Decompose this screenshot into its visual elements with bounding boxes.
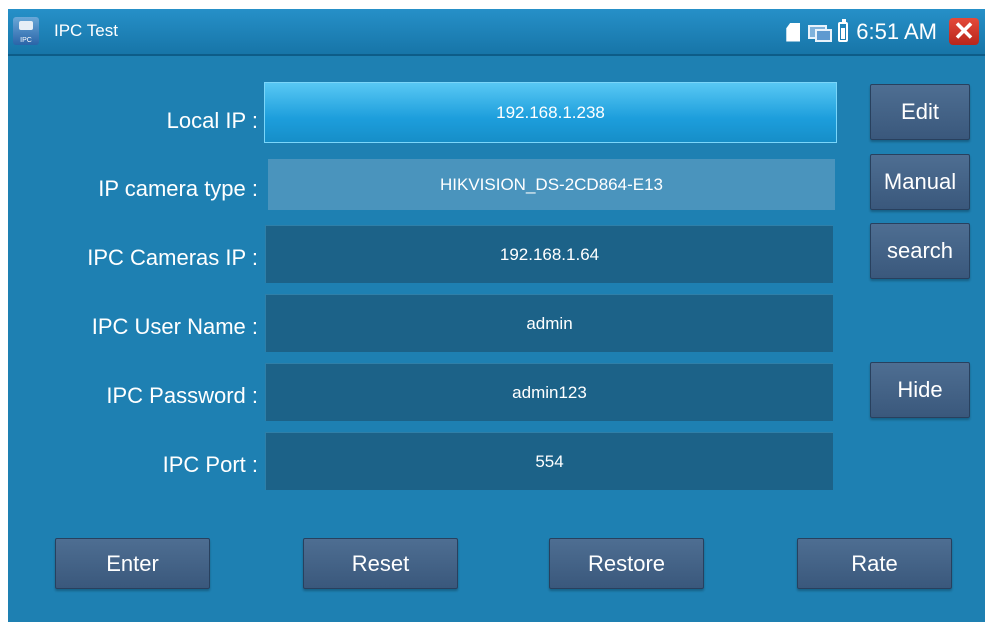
password-label: IPC Password :: [106, 383, 258, 408]
title-bar: IPC IPC Test 6:51 AM ✕: [8, 9, 985, 56]
battery-icon: [838, 19, 849, 42]
hide-button[interactable]: Hide: [870, 362, 970, 418]
ipc-camera-icon: IPC: [13, 17, 39, 45]
port-field[interactable]: 554: [265, 432, 833, 490]
status-area: 6:51 AM: [786, 19, 937, 45]
port-label: IPC Port :: [162, 452, 258, 477]
camera-type-label: IP camera type :: [98, 176, 258, 201]
local-ip-field[interactable]: 192.168.1.238: [264, 82, 837, 143]
restore-button[interactable]: Restore: [549, 538, 704, 589]
password-field[interactable]: admin123: [265, 363, 833, 421]
rate-button[interactable]: Rate: [797, 538, 952, 589]
cameras-ip-field[interactable]: 192.168.1.64: [265, 225, 833, 283]
enter-button[interactable]: Enter: [55, 538, 210, 589]
manual-button[interactable]: Manual: [870, 154, 970, 210]
edit-button[interactable]: Edit: [870, 84, 970, 140]
search-button[interactable]: search: [870, 223, 970, 279]
user-name-label: IPC User Name :: [91, 314, 258, 339]
reset-button[interactable]: Reset: [303, 538, 458, 589]
local-ip-label: Local IP :: [166, 108, 258, 133]
cameras-ip-label: IPC Cameras IP :: [87, 245, 258, 270]
sd-card-icon: [786, 22, 801, 42]
camera-type-field[interactable]: HIKVISION_DS-2CD864-E13: [268, 159, 835, 210]
user-name-field[interactable]: admin: [265, 294, 833, 352]
app-icon-caption: IPC: [20, 37, 32, 44]
clock: 6:51 AM: [856, 19, 937, 44]
app-title: IPC Test: [54, 21, 118, 40]
close-icon[interactable]: ✕: [949, 18, 979, 45]
app-window: IPC IPC Test 6:51 AM ✕ Local IP : 192.16…: [8, 9, 985, 622]
network-icon: [808, 23, 833, 42]
